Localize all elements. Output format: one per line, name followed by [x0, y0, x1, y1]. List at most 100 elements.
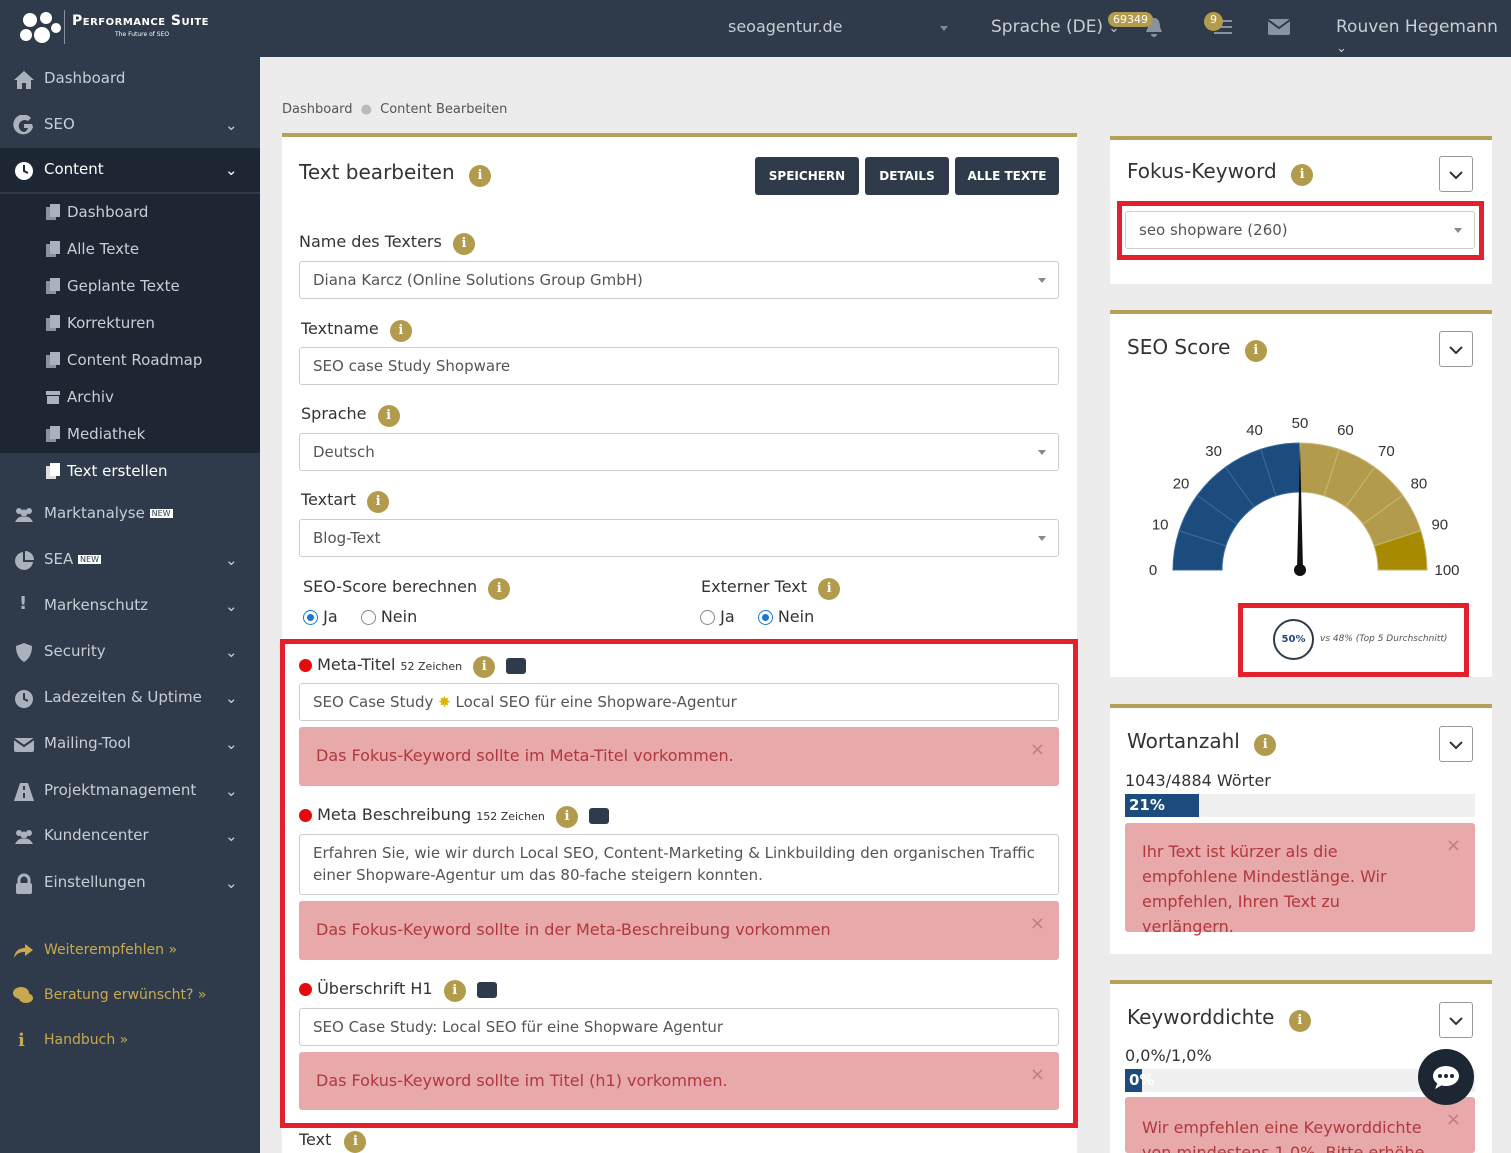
sidebar-item-kundencenter[interactable]: Kundencenter ⌄ [0, 814, 260, 858]
info-icon[interactable]: i [555, 806, 578, 828]
robot-icon[interactable] [589, 807, 610, 824]
close-icon[interactable]: × [1446, 1109, 1461, 1130]
info-icon[interactable]: i [488, 578, 511, 600]
sidebar-item-markenschutz[interactable]: ! Markenschutz ⌄ [0, 584, 260, 628]
copy-icon [46, 278, 60, 294]
details-button[interactable]: DETAILS [865, 157, 949, 195]
sidebar-item-einstellungen[interactable]: Einstellungen ⌄ [0, 861, 260, 905]
sidebar-sub-korrekturen[interactable]: Korrekturen [0, 305, 260, 342]
focus-collapse-button[interactable] [1439, 156, 1473, 192]
sidebar-item-projektmanagement[interactable]: Projektmanagement ⌄ [0, 769, 260, 813]
textname-label: Textname i [301, 319, 412, 342]
sidebar-item-dashboard[interactable]: Dashboard [0, 57, 260, 101]
link-beratung[interactable]: Beratung erwünscht? » [0, 981, 260, 1011]
h1-input[interactable]: SEO Case Study: Local SEO für eine Shopw… [299, 1008, 1059, 1046]
sidebar-sub-content-roadmap[interactable]: Content Roadmap [0, 342, 260, 379]
info-icon[interactable]: i [1244, 340, 1267, 362]
textname-input[interactable]: SEO case Study Shopware [299, 347, 1059, 385]
sidebar-item-content[interactable]: Content ⌄ [0, 148, 260, 192]
save-button[interactable]: SPEICHERN [755, 157, 859, 195]
info-icon[interactable]: i [818, 578, 841, 600]
info-icon[interactable]: i [452, 233, 475, 255]
info-icon[interactable]: i [473, 656, 496, 678]
clock-icon [15, 162, 33, 180]
sidebar-sub-archiv[interactable]: Archiv [0, 379, 260, 416]
close-icon[interactable]: × [1030, 1064, 1045, 1085]
texttype-select[interactable]: Blog-Text [299, 519, 1059, 557]
copy-icon [46, 352, 60, 368]
gauge-tick-label: 0 [1149, 562, 1157, 579]
chevron-down-icon [1449, 346, 1463, 355]
chat-button[interactable] [1418, 1049, 1474, 1105]
info-icon[interactable]: i [389, 320, 412, 342]
writer-select[interactable]: Diana Karcz (Online Solutions Group GmbH… [299, 261, 1059, 299]
close-icon[interactable]: × [1446, 835, 1461, 856]
wordcount-collapse-button[interactable] [1439, 726, 1473, 762]
sidebar-sub-text-erstellen[interactable]: Text erstellen [0, 453, 260, 490]
seo-score-collapse-button[interactable] [1439, 331, 1473, 367]
domain-caret-icon[interactable] [940, 26, 948, 31]
info-icon[interactable]: i [1291, 164, 1314, 186]
chevron-down-icon [1449, 1017, 1463, 1026]
sidebar-sub-dashboard[interactable]: Dashboard [0, 194, 260, 231]
copy-icon [46, 204, 60, 220]
domain-select[interactable]: seoagentur.de [728, 17, 843, 36]
info-icon[interactable]: i [377, 405, 400, 427]
info-icon[interactable]: i [367, 491, 390, 513]
user-menu[interactable]: Rouven Hegemann ⌄ [1336, 17, 1511, 57]
external-no-radio[interactable] [757, 610, 773, 625]
all-texts-button[interactable]: ALLE TEXTE [955, 157, 1059, 195]
language-select[interactable]: Sprache (DE) ⌄ [991, 17, 1119, 37]
meta-title-input[interactable]: SEO Case Study ✸ Local SEO für eine Shop… [299, 683, 1059, 721]
caret-down-icon [1038, 278, 1046, 283]
sidebar-sub-alle-texte[interactable]: Alle Texte [0, 231, 260, 268]
link-weiterempfehlen[interactable]: Weiterempfehlen » [0, 936, 260, 966]
sidebar-item-security[interactable]: Security ⌄ [0, 630, 260, 674]
copy-icon [46, 463, 60, 479]
meta-desc-alert: Das Fokus-Keyword sollte in der Meta-Bes… [299, 901, 1059, 960]
close-icon[interactable]: × [1030, 913, 1045, 934]
seo-score-yes-radio[interactable] [303, 610, 318, 625]
chevron-down-icon: ⌄ [225, 116, 238, 134]
info-icon[interactable]: i [1254, 734, 1277, 756]
info-icon[interactable]: i [469, 165, 492, 187]
shield-icon [16, 643, 32, 662]
info-icon[interactable]: i [1288, 1010, 1311, 1032]
sidebar-item-ladezeiten[interactable]: Ladezeiten & Uptime ⌄ [0, 676, 260, 720]
gauge-tick-label: 90 [1431, 517, 1448, 534]
chat-icon [1433, 1066, 1459, 1089]
focus-keyword-select[interactable]: seo shopware (260) [1125, 211, 1475, 249]
notification-badge: 69349 [1108, 12, 1153, 27]
sidebar-item-marktanalyse[interactable]: Marktanalyse NEW [0, 492, 260, 536]
link-handbuch[interactable]: i Handbuch » [0, 1026, 260, 1056]
robot-icon[interactable] [506, 657, 527, 674]
gauge-tick-label: 60 [1337, 422, 1354, 439]
close-icon[interactable]: × [1030, 739, 1045, 760]
info-icon[interactable]: i [344, 1131, 367, 1153]
envelope-icon[interactable] [1268, 19, 1290, 35]
gauge-tick-label: 50 [1292, 415, 1309, 432]
meta-title-label: Meta-Titel 52 Zeichen i [299, 655, 527, 678]
sidebar-sub-geplante-texte[interactable]: Geplante Texte [0, 268, 260, 305]
language-select[interactable]: Deutsch [299, 433, 1059, 471]
sidebar-sub-mediathek[interactable]: Mediathek [0, 416, 260, 453]
seo-score-gauge: 0 10 20 30 40 50 60 70 80 90 100 [1149, 415, 1460, 579]
sidebar-item-seo[interactable]: SEO ⌄ [0, 103, 260, 147]
seo-score-title: SEO Score i [1127, 335, 1267, 362]
external-yes-radio[interactable] [700, 610, 715, 625]
meta-description-textarea[interactable]: Erfahren Sie, wie wir durch Local SEO, C… [299, 834, 1059, 895]
chevron-down-icon: ⌄ [225, 161, 238, 179]
info-icon[interactable]: i [443, 980, 466, 1002]
keyword-density-value: 0,0%/1,0% [1125, 1046, 1212, 1065]
seo-score-no-radio[interactable] [360, 610, 376, 625]
robot-icon[interactable] [476, 981, 497, 998]
chevron-down-icon: ⌄ [225, 874, 238, 892]
sidebar-item-sea[interactable]: SEA NEW ⌄ [0, 538, 260, 582]
seo-score-radio-group: Ja Nein [303, 607, 417, 626]
sidebar-item-mailing-tool[interactable]: Mailing-Tool ⌄ [0, 722, 260, 766]
gauge-tick-label: 100 [1434, 562, 1459, 579]
logo-icon[interactable] [18, 10, 62, 46]
h1-label: Überschrift H1 i [299, 979, 497, 1002]
keyword-density-collapse-button[interactable] [1439, 1002, 1473, 1038]
breadcrumb-home[interactable]: Dashboard [282, 102, 353, 117]
